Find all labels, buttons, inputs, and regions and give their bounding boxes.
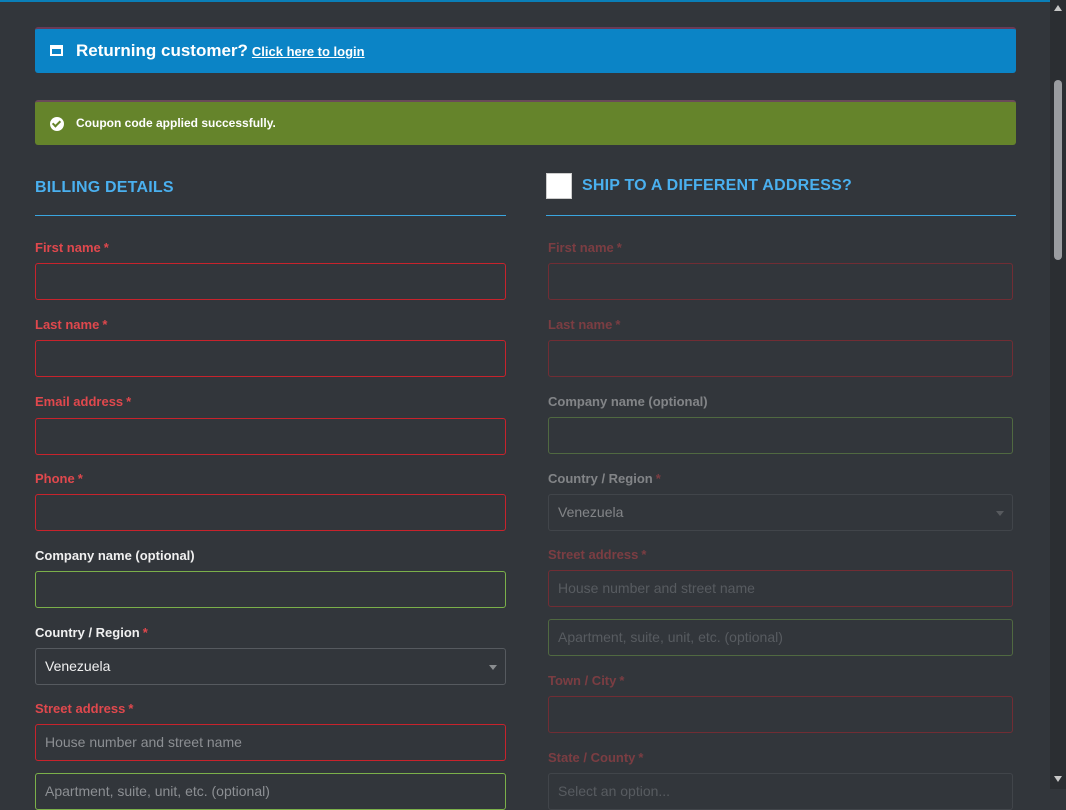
billing-column: BILLING DETAILS First name * Last name * E… xyxy=(35,0,506,810)
shipping-town-label: Town / City * xyxy=(548,673,625,688)
shipping-street-label: Street address * xyxy=(548,547,647,562)
chevron-down-icon xyxy=(489,665,497,670)
shipping-street-input[interactable]: House number and street name xyxy=(548,570,1013,607)
shipping-company-input[interactable] xyxy=(548,417,1013,454)
billing-company-input[interactable] xyxy=(35,571,506,608)
scroll-down-icon[interactable] xyxy=(1054,776,1062,782)
billing-company-label: Company name (optional) xyxy=(35,548,195,563)
page-scrollbar[interactable] xyxy=(1050,0,1066,789)
shipping-divider xyxy=(546,215,1016,216)
scroll-up-icon[interactable] xyxy=(1054,5,1062,11)
billing-first-name-label: First name * xyxy=(35,240,109,255)
shipping-state-placeholder: Select an option... xyxy=(558,783,671,799)
shipping-column: SHIP TO A DIFFERENT ADDRESS? First name *… xyxy=(546,0,1016,810)
shipping-street2-placeholder: Apartment, suite, unit, etc. (optional) xyxy=(558,629,783,645)
billing-street2-input[interactable]: Apartment, suite, unit, etc. (optional) xyxy=(35,773,506,810)
ship-different-address-title: SHIP TO A DIFFERENT ADDRESS? xyxy=(582,177,852,194)
shipping-street-placeholder: House number and street name xyxy=(558,580,755,596)
billing-first-name-input[interactable] xyxy=(35,263,506,300)
shipping-street2-input[interactable]: Apartment, suite, unit, etc. (optional) xyxy=(548,619,1013,656)
scrollbar-thumb[interactable] xyxy=(1054,80,1062,260)
shipping-state-select[interactable]: Select an option... xyxy=(548,773,1013,810)
billing-phone-input[interactable] xyxy=(35,494,506,531)
billing-street-placeholder: House number and street name xyxy=(45,734,242,750)
billing-email-label: Email address * xyxy=(35,394,132,409)
ship-different-address-checkbox[interactable] xyxy=(546,173,572,199)
billing-divider xyxy=(35,215,506,216)
shipping-state-label: State / County * xyxy=(548,750,644,765)
billing-country-label: Country / Region * xyxy=(35,625,148,640)
shipping-last-name-input[interactable] xyxy=(548,340,1013,377)
billing-last-name-label: Last name * xyxy=(35,317,108,332)
billing-country-select[interactable]: Venezuela xyxy=(35,648,506,685)
shipping-country-value: Venezuela xyxy=(558,504,624,520)
shipping-country-label: Country / Region * xyxy=(548,471,661,486)
billing-country-value: Venezuela xyxy=(45,658,111,674)
shipping-country-select[interactable]: Venezuela xyxy=(548,494,1013,531)
billing-email-input[interactable] xyxy=(35,418,506,455)
shipping-company-label: Company name (optional) xyxy=(548,394,708,409)
shipping-first-name-label: First name * xyxy=(548,240,622,255)
shipping-town-input[interactable] xyxy=(548,696,1013,733)
checkout-content: Returning customer? Click here to login C… xyxy=(35,0,1016,810)
billing-phone-label: Phone * xyxy=(35,471,83,486)
shipping-last-name-label: Last name * xyxy=(548,317,621,332)
chevron-down-icon xyxy=(996,511,1004,516)
billing-last-name-input[interactable] xyxy=(35,340,506,377)
billing-street-label: Street address * xyxy=(35,701,134,716)
billing-street2-placeholder: Apartment, suite, unit, etc. (optional) xyxy=(45,783,270,799)
billing-details-title: BILLING DETAILS xyxy=(35,179,174,196)
billing-street-input[interactable]: House number and street name xyxy=(35,724,506,761)
shipping-first-name-input[interactable] xyxy=(548,263,1013,300)
